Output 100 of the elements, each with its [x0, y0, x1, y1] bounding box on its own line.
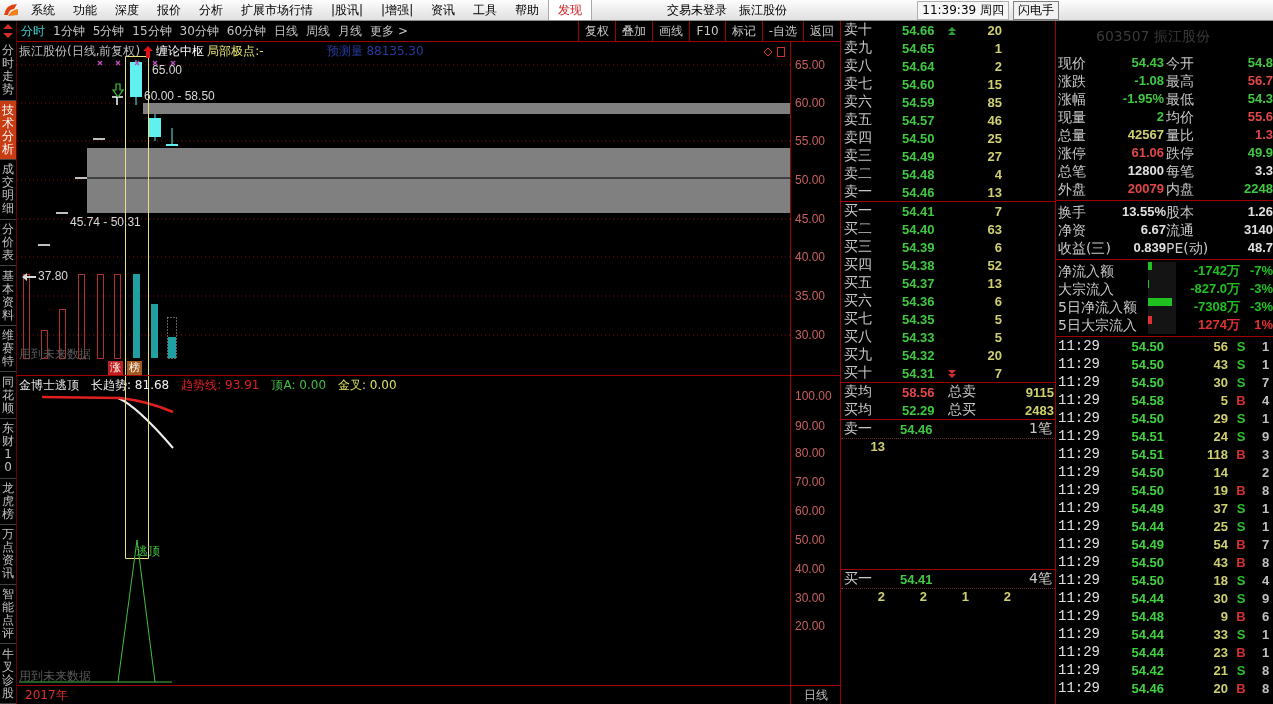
- order-size: 2: [1002, 589, 1011, 604]
- price: 54.46: [900, 421, 934, 437]
- field-label: 涨幅: [1058, 90, 1087, 108]
- menu-item[interactable]: 分析: [190, 0, 232, 20]
- volume: 13: [986, 275, 1002, 291]
- field-value: 3.3: [1253, 162, 1273, 180]
- period-tab[interactable]: 周线: [302, 22, 335, 40]
- menu-item[interactable]: 发现: [548, 0, 593, 20]
- trade-count: 6: [1261, 608, 1271, 624]
- side-tab[interactable]: 维赛特: [0, 325, 16, 373]
- field-value: 54.8: [1246, 54, 1273, 72]
- axis-label: 50.00: [795, 533, 826, 547]
- volume-bar: [168, 337, 176, 358]
- price-label: 37.80: [38, 269, 69, 283]
- level-label: 买八: [844, 328, 873, 346]
- period-tab[interactable]: 月线: [334, 22, 367, 40]
- average-label: 买均: [844, 401, 873, 419]
- menu-item[interactable]: 系统: [22, 0, 64, 20]
- trade-volume: 9: [1219, 608, 1228, 624]
- side-tab[interactable]: 龙虎榜: [0, 478, 16, 526]
- trade-price: 54.50: [1130, 482, 1164, 498]
- trade-side: S: [1235, 410, 1247, 426]
- side-tab[interactable]: 技术分析: [0, 100, 16, 161]
- trade-price: 54.50: [1130, 410, 1164, 426]
- side-tab[interactable]: 分价表: [0, 219, 16, 267]
- trade-side: B: [1235, 554, 1247, 570]
- trade-count: 1: [1261, 626, 1271, 642]
- menu-item[interactable]: |增强|: [372, 0, 423, 20]
- trade-side: B: [1235, 392, 1247, 408]
- period-tab[interactable]: 60分钟: [222, 22, 271, 40]
- trade-volume: 20: [1212, 680, 1228, 696]
- field-value: 20079: [1126, 180, 1165, 198]
- menu-item[interactable]: 帮助: [506, 0, 549, 20]
- trade-time: 11:29: [1058, 590, 1101, 606]
- menu-item[interactable]: 报价: [148, 0, 190, 20]
- side-tab[interactable]: 智能点评: [0, 584, 16, 645]
- period-tab[interactable]: 分时: [17, 22, 49, 40]
- cross-icon: [97, 60, 103, 66]
- trade-time: 11:29: [1058, 536, 1101, 552]
- trade-side: B: [1235, 680, 1247, 696]
- menu-item[interactable]: 扩展市场行情: [232, 0, 322, 20]
- period-tab[interactable]: 5分钟: [88, 22, 129, 40]
- flash-trade-button[interactable]: 闪电手: [1013, 0, 1059, 20]
- trade-count: 9: [1261, 590, 1271, 606]
- menu-item[interactable]: 深度: [106, 0, 148, 20]
- menu-item[interactable]: 资讯: [422, 0, 465, 20]
- trade-count: 1: [1261, 500, 1271, 516]
- trade-price: 54.50: [1130, 464, 1164, 480]
- price: 54.41: [900, 571, 934, 587]
- trade-volume: 43: [1212, 356, 1228, 372]
- axis-label: 80.00: [795, 446, 826, 460]
- trade-volume: 19: [1212, 482, 1228, 498]
- trade-price: 54.49: [1130, 500, 1164, 516]
- field-value: 42567: [1126, 126, 1165, 144]
- volume: 6: [993, 239, 1002, 255]
- period-tab[interactable]: 15分钟: [128, 22, 176, 40]
- side-tab[interactable]: 同花顺: [0, 372, 16, 420]
- axis-label: 60.00: [795, 504, 826, 518]
- trade-count: 4: [1261, 392, 1271, 408]
- flow-ratio: -7%: [1248, 262, 1273, 280]
- flow-ratio: 1%: [1253, 316, 1273, 334]
- side-tab[interactable]: 基本资料: [0, 266, 16, 326]
- field-label: 最高: [1166, 72, 1195, 90]
- period-tab[interactable]: 更多 >: [366, 22, 412, 40]
- price-label: 65.00: [152, 63, 183, 77]
- period-tab[interactable]: 1分钟: [49, 22, 89, 40]
- level-label: 买二: [844, 220, 873, 238]
- period-tab[interactable]: 30分钟: [175, 22, 223, 40]
- menu-item[interactable]: |股讯|: [322, 0, 373, 20]
- volume: 4: [993, 166, 1002, 182]
- field-label: 跌停: [1166, 144, 1195, 162]
- menu-item[interactable]: 功能: [64, 0, 106, 20]
- trade-time: 11:29: [1058, 374, 1101, 390]
- trade-volume: 23: [1212, 644, 1228, 660]
- volume: 15: [986, 76, 1002, 92]
- scroll-up-icon: [948, 27, 956, 35]
- side-tab[interactable]: 东财10: [0, 419, 16, 479]
- field-value: 3140: [1243, 221, 1273, 239]
- menu-item[interactable]: 工具: [464, 0, 507, 20]
- price: 54.33: [902, 329, 936, 345]
- clock: 11:39:39 周四: [917, 0, 1009, 20]
- side-tab[interactable]: 成交明细: [0, 160, 16, 220]
- side-tab[interactable]: 分时走势: [0, 41, 16, 101]
- price: 54.65: [902, 40, 936, 56]
- order-count: 1笔: [1028, 420, 1052, 438]
- period-tab[interactable]: 日线: [270, 22, 303, 40]
- level-label: 卖七: [844, 75, 873, 93]
- arrow-up-icon: [143, 45, 154, 58]
- side-tab[interactable]: 牛叉诊股: [0, 644, 16, 704]
- trade-volume: 43: [1212, 554, 1228, 570]
- level-label: 买四: [844, 256, 873, 274]
- indicator-value: 顶A: 0.00: [271, 377, 326, 394]
- price: 54.35: [902, 311, 936, 327]
- field-label: 流通: [1166, 221, 1195, 239]
- trade-time: 11:29: [1058, 500, 1101, 516]
- level-label: 卖八: [844, 57, 873, 75]
- axis-label: 55.00: [795, 134, 826, 148]
- total-volume: 2483: [1024, 402, 1054, 418]
- trade-price: 54.44: [1130, 518, 1164, 534]
- side-tab[interactable]: 万点资讯: [0, 525, 16, 585]
